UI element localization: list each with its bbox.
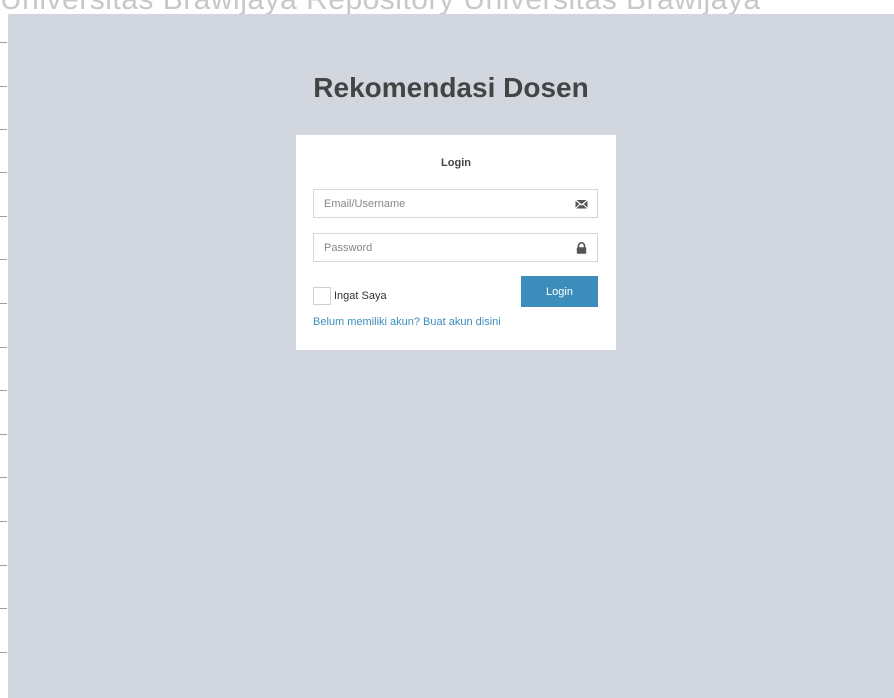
remember-label: Ingat Saya: [334, 290, 387, 302]
remember-me[interactable]: Ingat Saya: [313, 286, 387, 306]
password-field[interactable]: [313, 233, 598, 262]
repository-watermark: Universitas Brawijaya Repository Univers…: [0, 0, 894, 14]
login-heading: Login: [441, 157, 471, 169]
register-link[interactable]: Belum memiliki akun? Buat akun disini: [313, 316, 501, 328]
lock-icon: [576, 242, 587, 254]
email-input[interactable]: [314, 190, 564, 217]
login-box: Login Ingat Saya Login Belum memiliki ak…: [296, 135, 616, 350]
app-title: Rekomendasi Dosen: [313, 72, 589, 103]
login-page-background: [8, 14, 894, 698]
remember-checkbox[interactable]: [313, 287, 331, 305]
page: Universitas Brawijaya Repository Univers…: [0, 0, 894, 698]
login-button[interactable]: Login: [521, 276, 598, 307]
page-edge-ticks: [0, 0, 8, 698]
envelope-icon: [575, 199, 588, 209]
password-input[interactable]: [314, 234, 564, 261]
email-field[interactable]: [313, 189, 598, 218]
